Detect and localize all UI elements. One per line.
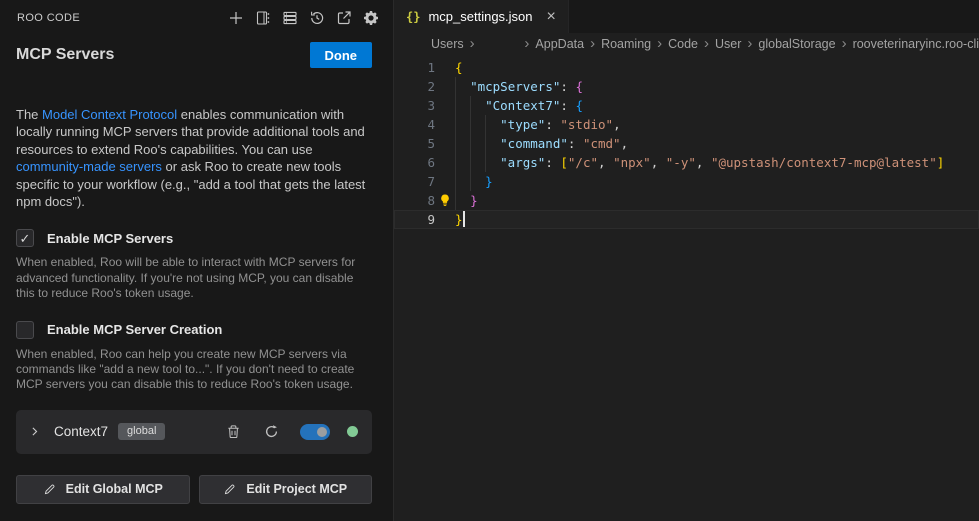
code-line: 7 } bbox=[394, 172, 979, 191]
checkbox-enable-mcp-server-creation[interactable] bbox=[16, 321, 34, 339]
json-file-icon: {} bbox=[406, 10, 420, 24]
toggle-knob bbox=[317, 427, 327, 437]
server-name: Context7 bbox=[54, 424, 108, 439]
edit-global-mcp-button[interactable]: Edit Global MCP bbox=[16, 475, 190, 504]
breadcrumb-separator-icon: › bbox=[584, 35, 601, 52]
breadcrumb-separator-icon: › bbox=[698, 35, 715, 52]
code-editor[interactable]: 1{2 "mcpServers": {3 "Context7": {4 "typ… bbox=[394, 55, 979, 521]
breadcrumb-item[interactable]: Code bbox=[668, 37, 698, 51]
breadcrumb-item[interactable]: AppData bbox=[535, 37, 584, 51]
breadcrumb-item[interactable]: Users bbox=[431, 37, 464, 51]
breadcrumb: Users››AppData›Roaming›Code›User›globalS… bbox=[394, 33, 979, 55]
line-number: 5 bbox=[394, 134, 435, 153]
done-button[interactable]: Done bbox=[310, 42, 373, 68]
mcp-edit-buttons: Edit Global MCP Edit Project MCP bbox=[16, 475, 372, 504]
intro-text: The Model Context Protocol enables commu… bbox=[0, 106, 393, 210]
breadcrumb-item[interactable]: globalStorage bbox=[758, 37, 835, 51]
code-line-content: "args": ["/c", "npx", "-y", "@upstash/co… bbox=[435, 153, 944, 172]
button-label: Edit Global MCP bbox=[66, 482, 163, 496]
checkbox-description: When enabled, Roo will be able to intera… bbox=[16, 255, 372, 301]
gear-icon[interactable] bbox=[362, 9, 380, 27]
pencil-icon bbox=[223, 483, 236, 496]
section-enable-mcp-server-creation: Enable MCP Server Creation When enabled,… bbox=[0, 321, 393, 393]
panel-brand: ROO CODE bbox=[17, 12, 80, 24]
line-number: 1 bbox=[394, 58, 435, 77]
editor-group: {} mcp_settings.json × Users››AppData›Ro… bbox=[393, 0, 979, 521]
code-line-content: "command": "cmd", bbox=[435, 134, 628, 153]
breadcrumb-item[interactable]: rooveterinaryinc.roo-cli bbox=[853, 37, 979, 51]
code-line-content: "mcpServers": { bbox=[435, 77, 583, 96]
vscode-window: ROO CODE MCP Servers Done The Model Cont… bbox=[0, 0, 979, 521]
tab-bar: {} mcp_settings.json × bbox=[394, 0, 979, 33]
tab-filename: mcp_settings.json bbox=[428, 9, 532, 24]
line-number: 7 bbox=[394, 172, 435, 191]
page-title: MCP Servers bbox=[16, 46, 114, 64]
code-line: 4 "type": "stdio", bbox=[394, 115, 979, 134]
breadcrumb-separator-icon: › bbox=[836, 35, 853, 52]
delete-server-button[interactable] bbox=[226, 424, 241, 439]
code-line-content: "type": "stdio", bbox=[435, 115, 621, 134]
notebook-icon[interactable] bbox=[254, 9, 272, 27]
code-line: 8 } bbox=[394, 191, 979, 210]
link-community-made-servers[interactable]: community-made servers bbox=[16, 159, 162, 174]
code-line-content: } bbox=[435, 191, 478, 210]
code-line-content: } bbox=[435, 210, 465, 229]
breadcrumb-separator-icon: › bbox=[651, 35, 668, 52]
line-number: 8 bbox=[394, 191, 435, 210]
line-number: 9 bbox=[394, 210, 435, 229]
code-line: 3 "Context7": { bbox=[394, 96, 979, 115]
code-line-content: { bbox=[435, 58, 463, 77]
line-number: 3 bbox=[394, 96, 435, 115]
plus-icon[interactable] bbox=[227, 9, 245, 27]
checkbox-label: Enable MCP Server Creation bbox=[47, 322, 222, 337]
code-line: 9} bbox=[394, 210, 979, 229]
line-number: 2 bbox=[394, 77, 435, 96]
line-number: 6 bbox=[394, 153, 435, 172]
title-row: MCP Servers Done bbox=[0, 42, 393, 68]
tab-mcp-settings-json[interactable]: {} mcp_settings.json × bbox=[394, 0, 569, 33]
button-label: Edit Project MCP bbox=[246, 482, 347, 496]
code-line-content: "Context7": { bbox=[435, 96, 583, 115]
scope-badge: global bbox=[118, 423, 165, 440]
expand-chevron-icon[interactable] bbox=[28, 425, 41, 438]
code-line: 1{ bbox=[394, 58, 979, 77]
intro-pre: The bbox=[16, 107, 42, 122]
edit-project-mcp-button[interactable]: Edit Project MCP bbox=[199, 475, 373, 504]
breadcrumb-separator-icon: › bbox=[464, 35, 481, 52]
checkbox-description: When enabled, Roo can help you create ne… bbox=[16, 347, 372, 393]
breadcrumb-item[interactable]: Roaming bbox=[601, 37, 651, 51]
code-line: 2 "mcpServers": { bbox=[394, 77, 979, 96]
code-line: 6 "args": ["/c", "npx", "-y", "@upstash/… bbox=[394, 153, 979, 172]
section-enable-mcp-servers: ✓ Enable MCP Servers When enabled, Roo w… bbox=[0, 229, 393, 301]
restart-server-button[interactable] bbox=[264, 424, 279, 439]
roo-code-panel: ROO CODE MCP Servers Done The Model Cont… bbox=[0, 0, 393, 521]
server-enabled-toggle[interactable] bbox=[300, 424, 330, 440]
code-line-content: } bbox=[435, 172, 493, 191]
code-lines: 1{2 "mcpServers": {3 "Context7": {4 "typ… bbox=[394, 58, 979, 229]
open-external-icon[interactable] bbox=[335, 9, 353, 27]
text-cursor bbox=[463, 211, 465, 227]
breadcrumb-separator-icon: › bbox=[518, 35, 535, 52]
breadcrumb-separator-icon: › bbox=[741, 35, 758, 52]
checkbox-enable-mcp-servers[interactable]: ✓ bbox=[16, 229, 34, 247]
link-model-context-protocol[interactable]: Model Context Protocol bbox=[42, 107, 177, 122]
server-stack-icon[interactable] bbox=[281, 9, 299, 27]
server-status-indicator bbox=[347, 426, 358, 437]
pencil-icon bbox=[43, 483, 56, 496]
history-icon[interactable] bbox=[308, 9, 326, 27]
code-line: 5 "command": "cmd", bbox=[394, 134, 979, 153]
line-number: 4 bbox=[394, 115, 435, 134]
breadcrumb-item[interactable]: User bbox=[715, 37, 741, 51]
checkbox-label: Enable MCP Servers bbox=[47, 231, 173, 246]
panel-header: ROO CODE bbox=[0, 0, 393, 27]
panel-toolbar bbox=[227, 9, 380, 27]
close-tab-icon[interactable]: × bbox=[547, 9, 556, 25]
mcp-server-row-context7: Context7 global bbox=[16, 410, 372, 454]
